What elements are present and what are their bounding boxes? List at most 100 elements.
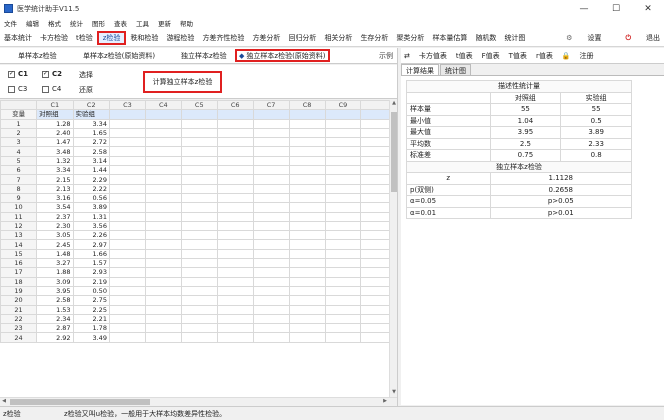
- grid-cell[interactable]: [252, 155, 290, 167]
- grid-cell[interactable]: 2.30: [36, 220, 74, 232]
- grid-cell[interactable]: [108, 267, 146, 278]
- grid-cell[interactable]: 3.34: [36, 165, 74, 176]
- grid-cell[interactable]: [108, 118, 146, 129]
- grid-cell[interactable]: [108, 285, 146, 297]
- exit-button[interactable]: ⏻ 退出: [613, 33, 660, 43]
- grid-cell[interactable]: [252, 211, 290, 222]
- grid-cell[interactable]: [144, 109, 182, 120]
- grid-cell[interactable]: [108, 313, 146, 325]
- table-row[interactable]: 16 3.27 1.57: [0, 258, 397, 269]
- grid-cell[interactable]: 1.57: [72, 258, 110, 269]
- grid-cell[interactable]: [252, 285, 290, 297]
- grid-cell[interactable]: [252, 165, 290, 176]
- grid-cell[interactable]: [324, 174, 362, 185]
- grid-cell[interactable]: [288, 146, 326, 157]
- grid-cell[interactable]: 1.66: [72, 248, 110, 260]
- grid-cell[interactable]: 2.58: [72, 146, 110, 157]
- tool-random-number[interactable]: 随机数: [471, 31, 500, 45]
- table-row[interactable]: 17 1.88 2.93: [0, 267, 397, 278]
- grid-cell[interactable]: [324, 332, 362, 343]
- tool-f-table[interactable]: F值表: [482, 51, 500, 61]
- scroll-left-icon[interactable]: ◀: [0, 398, 8, 406]
- grid-cell[interactable]: [108, 304, 146, 315]
- checkbox-c2[interactable]: ✓ C2: [42, 70, 62, 78]
- grid-cell[interactable]: [216, 323, 254, 334]
- menu-format[interactable]: 格式: [48, 18, 61, 28]
- horizontal-scroll-thumb[interactable]: [10, 399, 150, 405]
- grid-cell[interactable]: [288, 332, 326, 343]
- horizontal-scrollbar[interactable]: ◀ ▶: [0, 397, 397, 405]
- table-row[interactable]: 8 2.13 2.22: [0, 183, 397, 194]
- grid-cell[interactable]: [180, 313, 218, 325]
- grid-cell[interactable]: [144, 118, 182, 129]
- grid-cell[interactable]: [180, 155, 218, 167]
- table-row[interactable]: 6 3.34 1.44: [0, 165, 397, 176]
- grid-cell[interactable]: [252, 137, 290, 148]
- grid-cell[interactable]: [144, 137, 182, 148]
- grid-cell[interactable]: [108, 276, 146, 287]
- subtab-independent[interactable]: 独立样本z检验: [181, 51, 227, 61]
- table-row[interactable]: 12 2.30 3.56: [0, 220, 397, 232]
- tool-chi-square-table[interactable]: 卡方值表: [419, 51, 447, 61]
- tool-basic-stats[interactable]: 基本统计: [0, 31, 36, 45]
- grid-cell[interactable]: [108, 332, 146, 343]
- grid-cell[interactable]: [288, 304, 326, 315]
- tab-chart[interactable]: 统计图: [440, 64, 471, 75]
- grid-cell[interactable]: 2.13: [36, 183, 74, 194]
- tool-z-test[interactable]: z检验: [96, 30, 127, 45]
- subtab-one-sample[interactable]: 单样本z检验: [18, 51, 57, 61]
- grid-cell[interactable]: [144, 230, 182, 241]
- grid-cell[interactable]: [324, 323, 362, 334]
- grid-cell[interactable]: [180, 174, 218, 185]
- column-header[interactable]: C9: [324, 100, 362, 111]
- grid-cell[interactable]: 1.48: [36, 248, 74, 260]
- table-row[interactable]: 5 1.32 3.14: [0, 155, 397, 167]
- row-number[interactable]: 19: [0, 285, 38, 297]
- grid-cell[interactable]: [288, 313, 326, 325]
- row-number[interactable]: 5: [0, 155, 38, 167]
- menu-tools[interactable]: 工具: [136, 18, 149, 28]
- grid-cell[interactable]: [144, 211, 182, 222]
- grid-cell[interactable]: [108, 239, 146, 250]
- grid-cell[interactable]: [108, 192, 146, 204]
- swap-icon[interactable]: ⇄: [404, 52, 410, 60]
- vertical-scrollbar[interactable]: ▲ ▼: [389, 100, 397, 397]
- grid-cell[interactable]: [324, 127, 362, 139]
- column-header[interactable]: C6: [216, 100, 254, 111]
- grid-cell[interactable]: 1.53: [36, 304, 74, 315]
- row-number[interactable]: 16: [0, 258, 38, 269]
- grid-cell[interactable]: [108, 183, 146, 194]
- grid-cell[interactable]: [108, 137, 146, 148]
- grid-cell[interactable]: 3.95: [36, 285, 74, 297]
- row-number[interactable]: 1: [0, 118, 38, 129]
- grid-cell[interactable]: [216, 211, 254, 222]
- column-header[interactable]: C5: [180, 100, 218, 111]
- table-row[interactable]: 24 2.92 3.49: [0, 332, 397, 343]
- tool-chi-square[interactable]: 卡方检验: [36, 31, 72, 45]
- grid-cell[interactable]: [144, 174, 182, 185]
- table-row[interactable]: 20 2.58 2.75: [0, 295, 397, 306]
- grid-cell[interactable]: 实验组: [72, 109, 110, 120]
- grid-cell[interactable]: [216, 118, 254, 129]
- grid-cell[interactable]: [216, 267, 254, 278]
- grid-cell[interactable]: 3.56: [72, 220, 110, 232]
- menu-file[interactable]: 文件: [4, 18, 17, 28]
- menu-graph[interactable]: 图形: [92, 18, 105, 28]
- grid-cell[interactable]: [216, 332, 254, 343]
- grid-cell[interactable]: [288, 285, 326, 297]
- grid-cell[interactable]: [144, 183, 182, 194]
- tool-cluster[interactable]: 聚类分析: [392, 31, 428, 45]
- grid-cell[interactable]: [324, 118, 362, 129]
- grid-cell[interactable]: [180, 267, 218, 278]
- grid-cell[interactable]: [252, 146, 290, 157]
- maximize-button[interactable]: ☐: [600, 0, 632, 17]
- tool-rank-sum[interactable]: 秩和检验: [126, 31, 162, 45]
- grid-cell[interactable]: [108, 258, 146, 269]
- table-row[interactable]: 2 2.40 1.65: [0, 127, 397, 139]
- grid-cell[interactable]: 3.89: [72, 202, 110, 213]
- table-row[interactable]: 14 2.45 2.97: [0, 239, 397, 250]
- grid-cell[interactable]: 2.75: [72, 295, 110, 306]
- grid-cell[interactable]: [180, 295, 218, 306]
- grid-cell[interactable]: 2.58: [36, 295, 74, 306]
- grid-cell[interactable]: [252, 258, 290, 269]
